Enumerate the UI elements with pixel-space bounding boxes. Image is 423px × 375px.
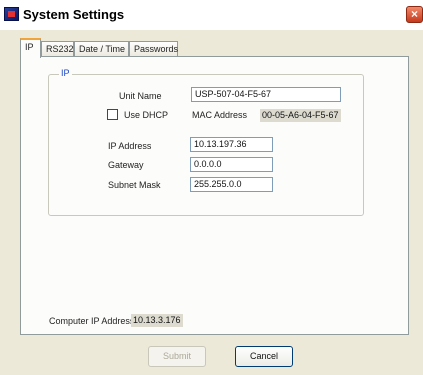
tab-passwords[interactable]: Passwords [129,41,178,57]
title-bar[interactable]: System Settings × [0,0,423,30]
tab-ip[interactable]: IP [20,38,41,58]
window-title: System Settings [23,7,125,22]
gateway-field[interactable]: 0.0.0.0 [190,157,273,172]
unit-name-label: Unit Name [119,91,162,101]
tab-rs232[interactable]: RS232 [41,41,74,57]
cancel-button[interactable]: Cancel [235,346,293,367]
computer-ip-value: 10.13.3.176 [131,314,183,327]
unit-name-field[interactable]: USP-507-04-F5-67 [191,87,341,102]
submit-button[interactable]: Submit [148,346,206,367]
ip-address-field[interactable]: 10.13.197.36 [190,137,273,152]
subnet-mask-field[interactable]: 255.255.0.0 [190,177,273,192]
close-icon[interactable]: × [406,6,423,23]
gateway-label: Gateway [108,160,144,170]
ip-address-label: IP Address [108,141,152,151]
subnet-mask-label: Subnet Mask [108,180,161,190]
ip-tab-panel: IP Unit Name USP-507-04-F5-67 Use DHCP M… [20,56,409,335]
mac-address-label: MAC Address [192,110,248,120]
app-window-icon [4,7,19,21]
computer-ip-label: Computer IP Address [49,316,135,326]
mac-address-value: 00-05-A6-04-F5-67 [260,109,341,122]
tab-date-time[interactable]: Date / Time [74,41,129,57]
ip-group-legend: IP [59,68,72,78]
system-settings-window: System Settings × IP RS232 Date / Time P… [0,0,423,375]
use-dhcp-checkbox[interactable] [107,109,118,120]
use-dhcp-label[interactable]: Use DHCP [124,110,168,120]
